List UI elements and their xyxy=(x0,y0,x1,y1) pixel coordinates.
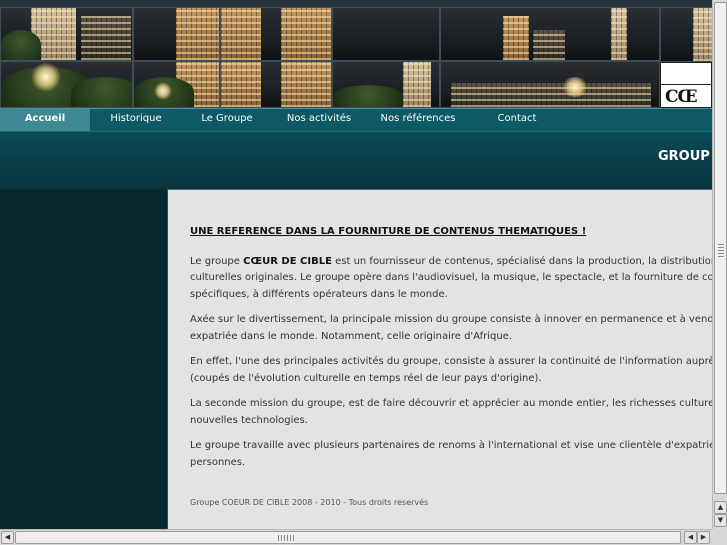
nav-item-le-groupe[interactable]: Le Groupe xyxy=(182,109,272,131)
nav-item-accueil[interactable]: Accueil xyxy=(0,109,90,131)
scroll-left-button[interactable]: ◀ xyxy=(1,531,14,544)
scroll-right-button[interactable]: ▶ xyxy=(697,531,710,544)
banner-top-strip xyxy=(0,0,712,7)
company-name: CŒUR DE CIBLE xyxy=(243,255,332,267)
left-sidebar xyxy=(0,189,167,529)
paragraph-intro: Le groupe CŒUR DE CIBLE est un fournisse… xyxy=(190,254,712,304)
paragraph-mission: Axée sur le divertissement, la principal… xyxy=(190,314,712,342)
page-headline: UNE REFERENCE DANS LA FOURNITURE DE CONT… xyxy=(190,226,587,237)
banner-photo-tile xyxy=(332,61,440,108)
main-nav: Accueil Historique Le Groupe Nos activit… xyxy=(0,108,712,131)
banner-photo-tile xyxy=(440,7,660,61)
section-header: GROUP xyxy=(0,131,712,189)
paragraph-second-mission: La seconde mission du groupe, est de fai… xyxy=(190,398,712,426)
banner-photo-tile xyxy=(0,7,133,61)
horizontal-scrollbar[interactable]: ◀ ◀ ▶ xyxy=(0,529,712,545)
banner-photo-tile xyxy=(332,7,440,61)
brand-logo-text: CŒ xyxy=(665,87,698,107)
nav-item-historique[interactable]: Historique xyxy=(92,109,180,131)
grip-icon xyxy=(278,535,294,541)
page-viewport: CŒ Accueil Historique Le Groupe Nos acti… xyxy=(0,0,712,529)
header-banner: CŒ xyxy=(0,0,712,108)
main-content: UNE REFERENCE DANS LA FOURNITURE DE CONT… xyxy=(167,189,712,529)
arrow-left-icon: ◀ xyxy=(687,533,694,541)
paragraph-activities: En effet, l'une des principales activité… xyxy=(190,356,712,384)
paragraph-intro-lead: Le groupe xyxy=(190,255,244,267)
nav-item-contact[interactable]: Contact xyxy=(472,109,562,131)
arrow-right-icon: ▶ xyxy=(700,533,707,541)
scroll-up-button[interactable]: ▲ xyxy=(714,501,727,514)
page-footer: Groupe COEUR DE CIBLE 2008 - 2010 - Tous… xyxy=(190,498,429,507)
vertical-scroll-thumb[interactable] xyxy=(714,2,727,494)
brand-logo: CŒ xyxy=(660,62,712,108)
scrollbar-corner xyxy=(712,529,727,545)
banner-photo-tile xyxy=(133,61,220,108)
arrow-down-icon: ▼ xyxy=(717,516,724,524)
section-title: GROUP xyxy=(658,149,710,164)
banner-photo-tile xyxy=(660,7,712,62)
nav-item-nos-activites[interactable]: Nos activités xyxy=(274,109,364,131)
banner-photo-tile xyxy=(220,61,332,108)
content-text: UNE REFERENCE DANS LA FOURNITURE DE CONT… xyxy=(190,224,712,480)
vertical-scrollbar[interactable]: ▲ ▼ xyxy=(712,0,727,529)
scroll-left-button[interactable]: ◀ xyxy=(684,531,697,544)
nav-item-nos-references[interactable]: Nos références xyxy=(366,109,470,131)
horizontal-scroll-thumb[interactable] xyxy=(15,531,681,544)
banner-photo-tile xyxy=(133,7,220,61)
arrow-left-icon: ◀ xyxy=(4,533,11,541)
banner-photo-tile xyxy=(440,61,660,108)
scroll-down-button[interactable]: ▼ xyxy=(714,514,727,527)
banner-photo-tile xyxy=(0,61,133,108)
arrow-up-icon: ▲ xyxy=(717,503,724,511)
banner-photo-tile xyxy=(220,7,332,61)
paragraph-partners: Le groupe travaille avec plusieurs parte… xyxy=(190,440,712,468)
grip-icon xyxy=(718,243,724,257)
